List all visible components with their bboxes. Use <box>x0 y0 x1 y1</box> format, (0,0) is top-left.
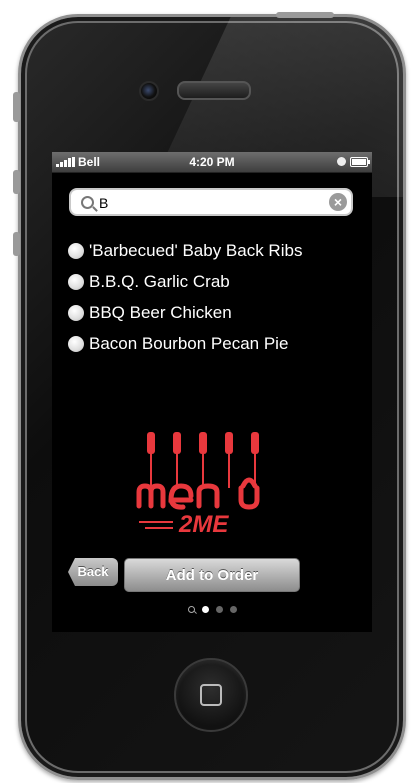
battery-icon <box>350 157 370 167</box>
list-item-label: Bacon Bourbon Pecan Pie <box>89 333 289 353</box>
list-item-label: BBQ Beer Chicken <box>89 302 232 322</box>
volume-up-button <box>13 170 20 194</box>
clear-icon[interactable]: × <box>329 193 347 211</box>
status-bar: Bell 4:20 PM <box>52 152 372 173</box>
list-item-label: B.B.Q. Garlic Crab <box>89 271 230 291</box>
list-item[interactable]: B.B.Q. Garlic Crab <box>68 266 302 297</box>
radio-button-icon[interactable] <box>68 242 84 259</box>
list-item[interactable]: BBQ Beer Chicken <box>68 297 302 328</box>
page-indicator <box>52 606 372 613</box>
menu2me-logo: 2ME <box>136 432 260 538</box>
page-dot-1[interactable] <box>201 606 209 613</box>
earpiece-speaker <box>177 81 251 100</box>
clock-icon <box>337 157 346 166</box>
list-item[interactable]: 'Barbecued' Baby Back Ribs <box>68 235 302 266</box>
volume-down-button <box>13 232 20 256</box>
list-item-label: 'Barbecued' Baby Back Ribs <box>89 240 303 260</box>
add-to-order-button[interactable]: Add to Order <box>124 558 300 592</box>
mute-switch <box>13 92 20 122</box>
front-camera <box>139 81 159 101</box>
home-square-icon <box>200 684 222 706</box>
results-list: 'Barbecued' Baby Back Ribs B.B.Q. Garlic… <box>68 235 302 359</box>
search-input[interactable] <box>99 194 319 212</box>
page-dot-3[interactable] <box>229 606 237 613</box>
radio-button-icon[interactable] <box>68 335 84 352</box>
radio-button-icon[interactable] <box>68 304 84 321</box>
status-time: 4:20 PM <box>189 155 235 169</box>
search-icon <box>81 196 94 209</box>
search-page-icon[interactable] <box>187 606 195 613</box>
search-bar[interactable]: × <box>69 188 353 216</box>
list-item[interactable]: Bacon Bourbon Pecan Pie <box>68 328 302 359</box>
radio-button-icon[interactable] <box>68 273 84 290</box>
power-button <box>276 12 334 18</box>
page-dot-2[interactable] <box>215 606 223 613</box>
back-button[interactable]: Back <box>68 558 118 586</box>
logo-tagline: 2ME <box>178 511 229 538</box>
phone-screen: Bell 4:20 PM × 'Barbecued' Baby Back Rib… <box>52 152 372 632</box>
home-button[interactable] <box>174 658 248 732</box>
